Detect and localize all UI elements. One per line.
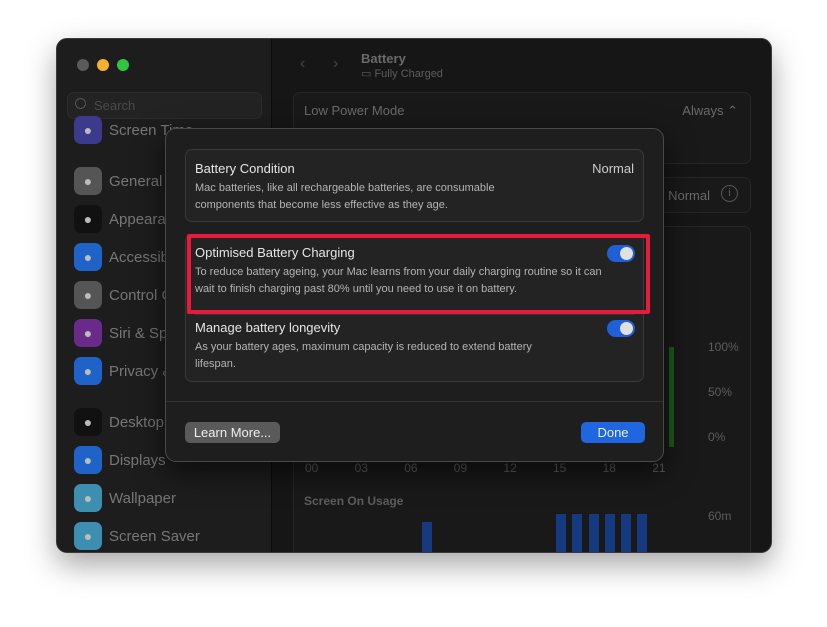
forward-button[interactable]: › [333, 55, 338, 73]
hour-tick: 09 [453, 461, 468, 475]
usage-bar [621, 514, 631, 552]
battery-condition-group: Battery Condition Normal Mac batteries, … [185, 149, 644, 222]
battery-level-bar [669, 347, 674, 447]
displays-icon: ● [74, 446, 102, 474]
screen-saver-icon: ● [74, 522, 102, 550]
search-input[interactable]: Search [67, 92, 262, 119]
close-button[interactable] [77, 59, 89, 71]
hand-icon: ● [74, 357, 102, 385]
appearance-icon: ● [74, 205, 102, 233]
usage-bar [589, 514, 599, 552]
battery-status: ▭ Fully Charged [361, 68, 443, 80]
sidebar-item[interactable]: ● Wallpaper [74, 484, 176, 512]
search-icon [75, 98, 86, 109]
hour-tick: 03 [354, 461, 368, 475]
info-icon[interactable]: i [721, 185, 738, 202]
gear-icon: ● [74, 167, 102, 195]
wallpaper-icon: ● [74, 484, 102, 512]
back-button[interactable]: ‹ [300, 55, 305, 73]
sidebar-item[interactable]: ● Screen Saver [74, 522, 200, 550]
sidebar-item[interactable]: ● Displays [74, 446, 166, 474]
level-tick: 100% [708, 340, 739, 354]
level-tick: 0% [708, 430, 726, 444]
sidebar-item[interactable]: ● General [74, 167, 162, 195]
done-button[interactable]: Done [581, 422, 645, 443]
learn-more-button[interactable]: Learn More... [185, 422, 280, 443]
usage-bar [422, 522, 432, 552]
battery-icon: ▭ [361, 68, 375, 80]
low-power-select[interactable]: Always ⌃ [682, 103, 738, 119]
accessibility-icon: ● [74, 243, 102, 271]
hour-tick: 21 [652, 461, 666, 475]
usage-bar [556, 514, 566, 552]
usage-bar [637, 514, 647, 552]
hour-tick: 12 [503, 461, 517, 475]
battery-health-dialog: Battery Condition Normal Mac batteries, … [165, 128, 664, 462]
level-tick: 50% [708, 385, 733, 399]
battery-longevity-toggle[interactable] [607, 320, 635, 337]
usage-bar [605, 514, 615, 552]
divider [166, 401, 663, 402]
hourglass-icon: ● [74, 116, 102, 144]
siri-icon: ● [74, 319, 102, 347]
control-centre-icon: ● [74, 281, 102, 309]
hour-tick: 18 [602, 461, 616, 475]
hour-tick: 06 [404, 461, 418, 475]
usage-bar [572, 514, 582, 552]
hour-tick: 00 [305, 461, 319, 475]
desktop-icon: ● [74, 408, 102, 436]
zoom-button[interactable] [117, 59, 129, 71]
divider [195, 314, 634, 315]
minimize-button[interactable] [97, 59, 109, 71]
pane-title: Battery [361, 51, 406, 66]
highlight-box [187, 234, 650, 314]
hour-tick: 15 [553, 461, 567, 475]
